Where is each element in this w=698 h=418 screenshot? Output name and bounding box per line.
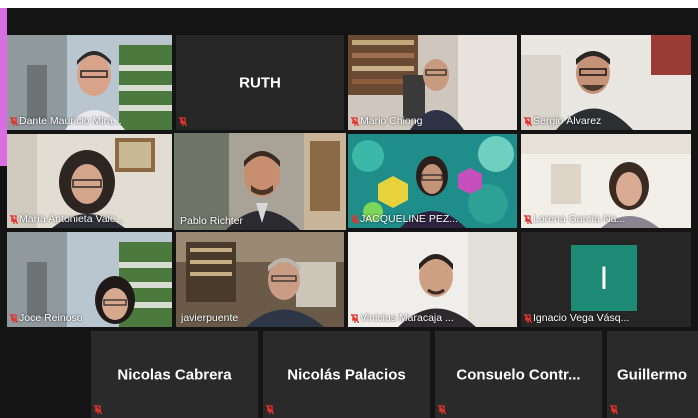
- participant-name: María Antonieta Vale...: [19, 213, 125, 225]
- participant-name: Joce Reinoso: [19, 312, 83, 324]
- participant-name: Ignacio Vega Vásq...: [533, 312, 630, 324]
- video-tile-p12[interactable]: I Ignacio Vega Vásq...: [521, 232, 691, 327]
- video-gallery: Dante Mauricio Mira... RUTH Mario Chiong: [0, 8, 698, 418]
- avatar: I: [571, 245, 637, 311]
- video-tile-p13[interactable]: Nicolas Cabrera: [91, 331, 258, 418]
- video-tile-p10[interactable]: javierpuente: [176, 232, 344, 327]
- video-tile-p11[interactable]: Vinicius Maracaja ...: [348, 232, 517, 327]
- muted-mic-icon: [10, 314, 18, 323]
- muted-mic-icon: [524, 215, 532, 224]
- participant-name: Consuelo Contr...: [456, 366, 581, 383]
- muted-mic-icon: [179, 117, 187, 126]
- participant-name: Dante Mauricio Mira...: [19, 115, 122, 127]
- video-tile-p8[interactable]: Lorena García Na...: [521, 134, 691, 228]
- muted-mic-icon: [10, 117, 18, 126]
- video-tile-p16[interactable]: Guillermo: [607, 331, 698, 418]
- video-tile-p3[interactable]: Mario Chiong: [348, 35, 517, 130]
- video-tile-p2[interactable]: RUTH: [176, 35, 344, 130]
- participant-name: javierpuente: [181, 312, 239, 324]
- video-tile-p5[interactable]: María Antonieta Vale...: [7, 134, 172, 228]
- participant-name: Vinicius Maracaja ...: [360, 312, 454, 324]
- participant-name: Mario Chiong: [360, 115, 423, 127]
- muted-mic-icon: [351, 314, 359, 323]
- participant-name: Lorena García Na...: [533, 213, 626, 225]
- video-tile-p7[interactable]: JACQUELINE PEZ...: [348, 134, 517, 228]
- video-tile-p1[interactable]: Dante Mauricio Mira...: [7, 35, 172, 130]
- participant-name: Nicolas Cabrera: [117, 366, 232, 383]
- video-tile-p6[interactable]: Pablo Richter: [174, 133, 346, 230]
- video-tile-p9[interactable]: Joce Reinoso: [7, 232, 172, 327]
- muted-mic-icon: [438, 405, 446, 414]
- video-tile-p15[interactable]: Consuelo Contr...: [435, 331, 602, 418]
- muted-mic-icon: [10, 215, 18, 224]
- muted-mic-icon: [351, 117, 359, 126]
- side-panel-edge: [0, 8, 7, 166]
- video-tile-p14[interactable]: Nicolás Palacios: [263, 331, 430, 418]
- participant-name: Pablo Richter: [180, 215, 244, 227]
- participant-name: Guillermo: [617, 366, 688, 383]
- muted-mic-icon: [351, 215, 359, 224]
- muted-mic-icon: [610, 405, 618, 414]
- muted-mic-icon: [524, 117, 532, 126]
- video-tile-p4[interactable]: Sergio Álvarez: [521, 35, 691, 130]
- participant-name: Nicolás Palacios: [287, 366, 406, 383]
- muted-mic-icon: [524, 314, 532, 323]
- participant-name: RUTH: [239, 74, 281, 91]
- muted-mic-icon: [266, 405, 274, 414]
- muted-mic-icon: [94, 405, 102, 414]
- participant-name: Sergio Álvarez: [533, 115, 602, 127]
- participant-name: JACQUELINE PEZ...: [360, 213, 459, 225]
